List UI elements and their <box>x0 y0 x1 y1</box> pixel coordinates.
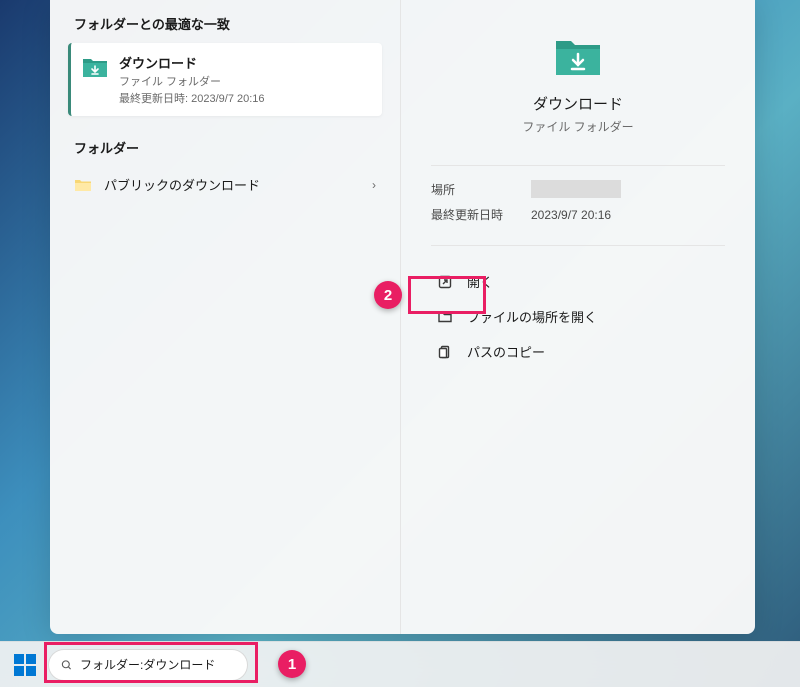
copy-path-label: パスのコピー <box>467 342 545 361</box>
start-button[interactable] <box>8 648 42 682</box>
open-icon <box>437 274 453 290</box>
folder-result-label: パブリックのダウンロード <box>104 175 260 194</box>
divider <box>431 245 725 246</box>
search-results-panel: フォルダーとの最適な一致 ダウンロード ファイル フォルダー 最終更新日時: 2… <box>50 0 755 634</box>
download-folder-icon <box>81 55 109 79</box>
preview-header: ダウンロード ファイル フォルダー <box>431 35 725 135</box>
best-match-subtitle: ファイル フォルダー <box>119 73 370 89</box>
open-label: 開く <box>467 272 493 291</box>
download-folder-icon <box>553 35 603 79</box>
best-match-header: フォルダーとの最適な一致 <box>68 14 382 33</box>
search-icon <box>61 658 72 672</box>
location-value-redacted <box>531 180 621 198</box>
preview-panel: ダウンロード ファイル フォルダー 場所 最終更新日時 2023/9/7 20:… <box>400 0 755 634</box>
folder-section-header: フォルダー <box>68 138 382 157</box>
location-label: 場所 <box>431 181 531 198</box>
best-match-result[interactable]: ダウンロード ファイル フォルダー 最終更新日時: 2023/9/7 20:16 <box>68 43 382 116</box>
divider <box>431 165 725 166</box>
modified-row: 最終更新日時 2023/9/7 20:16 <box>431 206 725 223</box>
best-match-title: ダウンロード <box>119 53 370 72</box>
modified-label: 最終更新日時 <box>431 206 531 223</box>
chevron-right-icon: › <box>372 178 376 192</box>
annotation-callout-1: 1 <box>278 650 306 678</box>
results-list-panel: フォルダーとの最適な一致 ダウンロード ファイル フォルダー 最終更新日時: 2… <box>50 0 400 634</box>
copy-path-action[interactable]: パスのコピー <box>431 334 725 369</box>
folder-open-icon <box>437 309 453 325</box>
open-action[interactable]: 開く <box>431 264 725 299</box>
folder-result-public-downloads[interactable]: パブリックのダウンロード › <box>68 167 382 202</box>
location-row: 場所 <box>431 180 725 198</box>
preview-title: ダウンロード <box>533 93 623 114</box>
search-input[interactable] <box>80 658 235 672</box>
windows-logo-icon <box>14 654 36 676</box>
best-match-content: ダウンロード ファイル フォルダー 最終更新日時: 2023/9/7 20:16 <box>119 53 370 106</box>
taskbar-search[interactable] <box>48 649 248 681</box>
annotation-callout-2: 2 <box>374 281 402 309</box>
modified-value: 2023/9/7 20:16 <box>531 208 611 222</box>
preview-subtitle: ファイル フォルダー <box>522 118 633 135</box>
best-match-meta: 最終更新日時: 2023/9/7 20:16 <box>119 90 370 106</box>
folder-icon <box>74 177 92 193</box>
taskbar <box>0 641 800 687</box>
open-location-label: ファイルの場所を開く <box>467 307 597 326</box>
open-location-action[interactable]: ファイルの場所を開く <box>431 299 725 334</box>
copy-icon <box>437 344 453 360</box>
